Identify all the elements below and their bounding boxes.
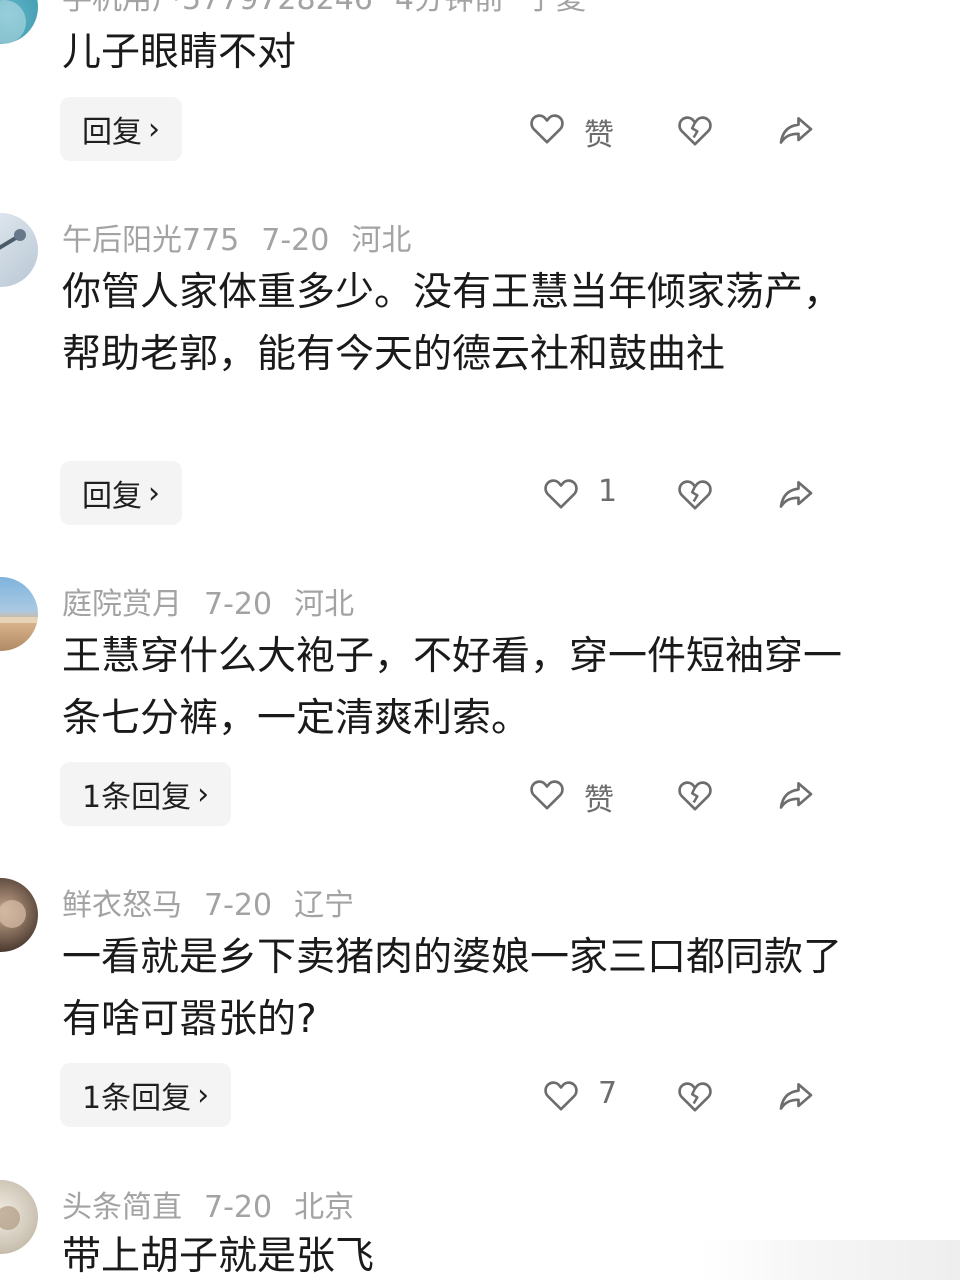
comment-username[interactable]: 庭院赏月 xyxy=(62,587,182,622)
broken-heart-icon[interactable] xyxy=(675,775,715,815)
comment-region: 宁夏 xyxy=(526,0,586,17)
avatar[interactable] xyxy=(0,577,38,651)
comment-text: 王慧穿什么大袍子，不好看，穿一件短袖穿一条七分裤，一定清爽利索。 xyxy=(62,634,843,741)
comment-region: 辽宁 xyxy=(294,888,355,923)
avatar-image xyxy=(0,617,38,623)
comment-text: 你管人家体重多少。没有王慧当年倾家荡产，帮助老郭，能有今天的德云社和鼓曲社 xyxy=(62,270,843,377)
comment-date: 7-20 xyxy=(204,1190,273,1225)
like-count[interactable]: 7 xyxy=(598,1076,617,1111)
reply-button-label: 回复 xyxy=(82,115,142,150)
comment-meta: 庭院赏月 7-20 河北 xyxy=(62,579,376,623)
comment-username[interactable]: 鲜衣怒马 xyxy=(62,888,182,923)
comment-text: 一看就是乡下卖猪肉的婆娘一家三口都同款了有啥可嚣张的? xyxy=(62,935,843,1042)
avatar-image xyxy=(0,900,26,928)
like-label[interactable]: 赞 xyxy=(584,775,614,819)
heart-outline-icon[interactable] xyxy=(527,774,567,814)
comment-date: 4分钟前 xyxy=(395,0,504,17)
heart-outline-icon[interactable] xyxy=(541,473,581,513)
comment-date: 7-20 xyxy=(204,587,273,622)
reply-button[interactable]: 1条回复 › xyxy=(60,1063,232,1127)
chevron-right-icon: › xyxy=(197,776,210,812)
comment-username[interactable]: 手机用户5779728246 xyxy=(62,0,373,17)
comment-meta: 鲜衣怒马 7-20 辽宁 xyxy=(62,880,376,924)
comment-meta: 手机用户5779728246 4分钟前 宁夏 xyxy=(62,0,608,18)
comment-region: 北京 xyxy=(294,1190,355,1225)
avatar-image xyxy=(0,1206,20,1230)
like-count[interactable]: 1 xyxy=(598,474,617,509)
share-arrow-icon[interactable] xyxy=(776,110,816,150)
comment-meta: 头条简直 7-20 北京 xyxy=(62,1182,376,1226)
avatar[interactable] xyxy=(0,0,38,44)
chevron-right-icon: › xyxy=(148,475,160,511)
like-label[interactable]: 赞 xyxy=(584,110,614,154)
comment-date: 7-20 xyxy=(204,888,273,923)
chevron-right-icon: › xyxy=(197,1077,210,1113)
avatar[interactable] xyxy=(0,878,38,952)
reply-button[interactable]: 回复 › xyxy=(60,461,182,525)
comment-date: 7-20 xyxy=(261,223,330,258)
reply-button[interactable]: 1条回复 › xyxy=(60,762,232,826)
comment-username[interactable]: 头条简直 xyxy=(62,1190,182,1225)
avatar[interactable] xyxy=(0,1180,38,1254)
broken-heart-icon[interactable] xyxy=(675,110,715,150)
broken-heart-icon[interactable] xyxy=(675,474,715,514)
comment-region: 河北 xyxy=(351,223,412,258)
share-arrow-icon[interactable] xyxy=(776,474,816,514)
comment-username[interactable]: 午后阳光775 xyxy=(62,223,239,258)
reply-button-label: 1条回复 xyxy=(82,1081,192,1116)
comment-region: 河北 xyxy=(294,587,355,622)
heart-outline-icon[interactable] xyxy=(527,108,567,148)
chevron-right-icon: › xyxy=(148,111,160,147)
heart-outline-icon[interactable] xyxy=(541,1075,581,1115)
share-arrow-icon[interactable] xyxy=(776,1076,816,1116)
avatar[interactable] xyxy=(0,213,38,287)
comment-text: 儿子眼睛不对 xyxy=(62,30,297,75)
bottom-fade-overlay xyxy=(700,1240,960,1280)
reply-button-label: 1条回复 xyxy=(82,780,192,815)
reply-button[interactable]: 回复 › xyxy=(60,97,182,161)
broken-heart-icon[interactable] xyxy=(675,1076,715,1116)
avatar-image xyxy=(0,0,26,44)
avatar-image xyxy=(0,229,26,250)
reply-button-label: 回复 xyxy=(82,479,142,514)
share-arrow-icon[interactable] xyxy=(776,775,816,815)
comment-meta: 午后阳光775 7-20 河北 xyxy=(62,215,433,259)
